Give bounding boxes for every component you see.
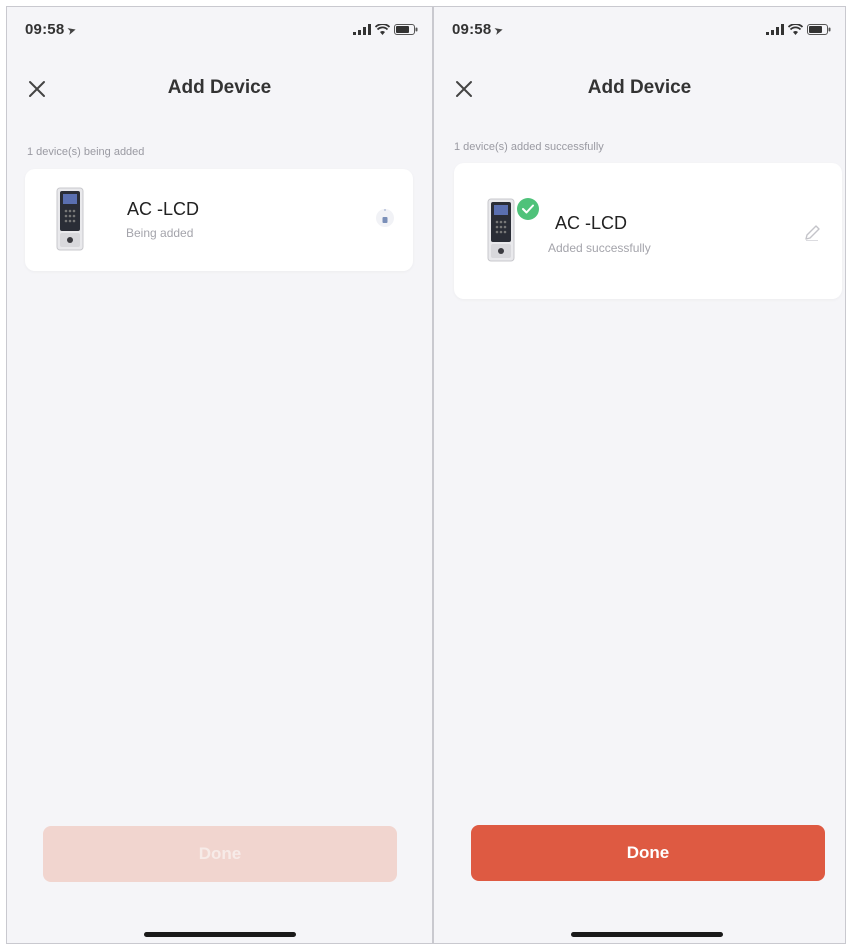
section-label: 1 device(s) being added <box>27 146 145 158</box>
device-name: AC -LCD <box>551 213 632 234</box>
status-icons <box>766 24 831 35</box>
device-status: Being added <box>126 226 194 240</box>
status-bar: 09:58 ➤ <box>25 21 418 41</box>
device-card[interactable]: AC -LCD Being added <box>25 169 413 271</box>
status-time: 09:58 ➤ <box>25 21 79 38</box>
status-time-text: 09:58 <box>25 21 65 38</box>
done-button[interactable]: Done <box>43 826 397 882</box>
edit-pencil-icon <box>805 225 820 241</box>
page-title: Add Device <box>167 77 272 98</box>
access-control-device-icon <box>56 187 84 251</box>
location-arrow-icon: ➤ <box>493 23 506 38</box>
status-time-text: 09:58 <box>452 21 492 38</box>
signal-icon <box>353 24 371 35</box>
home-indicator <box>571 932 723 937</box>
done-button[interactable]: Done <box>471 825 825 881</box>
wifi-icon <box>788 24 803 35</box>
nav-bar: Add Device <box>7 69 432 109</box>
comparison-canvas: 09:58 ➤ Add Device 1 device(s) being add… <box>0 0 850 945</box>
location-arrow-icon: ➤ <box>66 23 79 38</box>
status-bar: 09:58 ➤ <box>452 21 831 41</box>
status-time: 09:58 ➤ <box>452 21 506 38</box>
battery-icon <box>394 24 418 35</box>
loading-spinner-icon <box>376 209 394 227</box>
access-control-device-icon <box>487 198 515 262</box>
check-circle-icon <box>517 198 539 220</box>
checkmark-icon <box>522 204 534 214</box>
device-name: AC -LCD <box>123 199 204 220</box>
edit-button[interactable] <box>798 219 826 247</box>
home-indicator <box>144 932 296 937</box>
signal-icon <box>766 24 784 35</box>
nav-bar: Add Device <box>434 69 845 109</box>
status-icons <box>353 24 418 35</box>
section-label: 1 device(s) added successfully <box>454 141 604 153</box>
screen-added: 09:58 ➤ Add Device 1 device(s) added suc… <box>433 6 846 944</box>
battery-icon <box>807 24 831 35</box>
wifi-icon <box>375 24 390 35</box>
device-status: Added successfully <box>548 241 651 255</box>
page-title: Add Device <box>587 77 692 98</box>
device-card[interactable]: AC -LCD Added successfully <box>454 163 842 299</box>
screen-adding: 09:58 ➤ Add Device 1 device(s) being add… <box>6 6 433 944</box>
